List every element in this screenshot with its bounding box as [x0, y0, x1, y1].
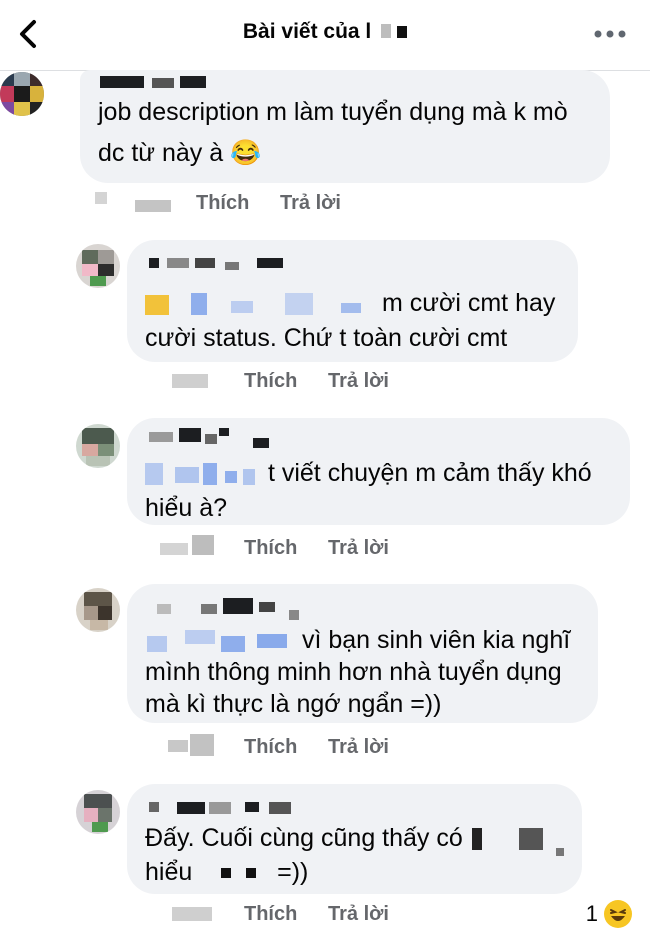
like-button[interactable]: Thích [244, 537, 297, 560]
avatar[interactable] [0, 72, 44, 116]
comment-line: hiểu à? [145, 494, 228, 522]
comment-text: dc từ này à 😂 [98, 135, 261, 171]
more-button[interactable] [590, 22, 630, 46]
comment-actions: Thích Trả lời [168, 899, 468, 929]
censored-word [246, 868, 257, 879]
comment-text: job description m làm tuyển dụng mà k mò [98, 94, 568, 130]
comment-line: =)) [277, 858, 309, 886]
reply-button[interactable]: Trả lời [328, 370, 389, 393]
comment-bubble: t viết chuyện m cảm thấy khó hiểu à? [127, 418, 630, 525]
reply-button[interactable]: Trả lời [280, 192, 341, 215]
comment-actions: Thích Trả lời [95, 188, 395, 218]
comment-actions: Thích Trả lời [160, 533, 460, 563]
comment-text: Đấy. Cuối cùng cũng thấy có [145, 820, 564, 856]
mention-tag-censored[interactable] [145, 463, 261, 486]
comment-text: mà kì thực là ngớ ngẩn =)) [145, 686, 441, 722]
page-title: Bài viết của l [0, 20, 650, 44]
comment-text: t viết chuyện m cảm thấy khó [145, 455, 592, 491]
like-button[interactable]: Thích [244, 903, 297, 926]
timestamp-censored [172, 374, 208, 388]
commenter-name-censored [100, 76, 220, 94]
comment-text: hiểu =)) [145, 854, 308, 890]
censored-name [377, 20, 408, 44]
comment-line: Đấy. Cuối cùng cũng thấy có [145, 824, 463, 852]
like-button[interactable]: Thích [196, 192, 249, 215]
comment-line: dc từ này à [98, 139, 224, 167]
comment-text: cười status. Chứ t toàn cười cmt [145, 320, 507, 356]
censored-word [555, 848, 564, 856]
reply-button[interactable]: Trả lời [328, 903, 389, 926]
comment-bubble: vì bạn sinh viên kia nghĩ mình thông min… [127, 584, 598, 723]
timestamp-censored [192, 535, 214, 555]
comment-line: job description m làm tuyển dụng mà k mò [98, 98, 568, 126]
avatar[interactable] [76, 424, 120, 468]
censored-word [221, 868, 232, 879]
timestamp-censored [160, 543, 188, 555]
laughing-emoji-icon: 😂 [230, 139, 262, 167]
page-title-text: Bài viết của l [242, 20, 372, 43]
comment-line: hiểu [145, 858, 193, 886]
commenter-name-censored [149, 428, 279, 448]
comment-line: t viết chuyện m cảm thấy khó [267, 459, 592, 487]
mention-tag-censored[interactable] [145, 630, 295, 653]
comment-text: mình thông minh hơn nhà tuyển dụng [145, 654, 562, 690]
mention-tag-censored[interactable] [145, 293, 375, 316]
header: Bài viết của l [0, 0, 650, 71]
comment-line: mà kì thực là ngớ ngẩn =)) [145, 690, 442, 718]
timestamp-censored [172, 907, 212, 921]
commenter-name-censored [149, 258, 283, 276]
comment-text: vì bạn sinh viên kia nghĩ [145, 622, 570, 658]
comment-bubble: Đấy. Cuối cùng cũng thấy có hiểu =)) [127, 784, 582, 894]
laughing-emoji-icon [604, 900, 632, 928]
avatar[interactable] [76, 244, 120, 288]
comment-line: m cười cmt hay [381, 289, 556, 317]
reply-button[interactable]: Trả lời [328, 736, 389, 759]
comment-bubble: job description m làm tuyển dụng mà k mò… [80, 70, 610, 183]
timestamp-censored [168, 740, 188, 752]
like-button[interactable]: Thích [244, 736, 297, 759]
censored-word [471, 828, 482, 851]
commenter-name-censored [157, 598, 307, 620]
timestamp-censored [95, 192, 107, 204]
reply-button[interactable]: Trả lời [328, 537, 389, 560]
comment-line: vì bạn sinh viên kia nghĩ [301, 626, 571, 654]
comment-actions: Thích Trả lời [168, 732, 468, 762]
comment-text: m cười cmt hay [145, 285, 555, 321]
commenter-name-censored [149, 802, 309, 820]
comment-text: hiểu à? [145, 490, 227, 526]
comment-actions: Thích Trả lời [168, 366, 468, 396]
comment-line: cười status. Chứ t toàn cười cmt [145, 324, 508, 352]
comment-line: mình thông minh hơn nhà tuyển dụng [145, 658, 562, 686]
reaction-summary[interactable]: 1 [586, 898, 632, 930]
censored-word [518, 828, 543, 851]
reaction-count: 1 [585, 901, 598, 926]
more-dots-icon [594, 30, 626, 38]
timestamp-censored [135, 200, 171, 212]
avatar[interactable] [76, 790, 120, 834]
timestamp-censored [190, 734, 214, 756]
like-button[interactable]: Thích [244, 370, 297, 393]
comment-bubble: m cười cmt hay cười status. Chứ t toàn c… [127, 240, 578, 362]
avatar[interactable] [76, 588, 120, 632]
